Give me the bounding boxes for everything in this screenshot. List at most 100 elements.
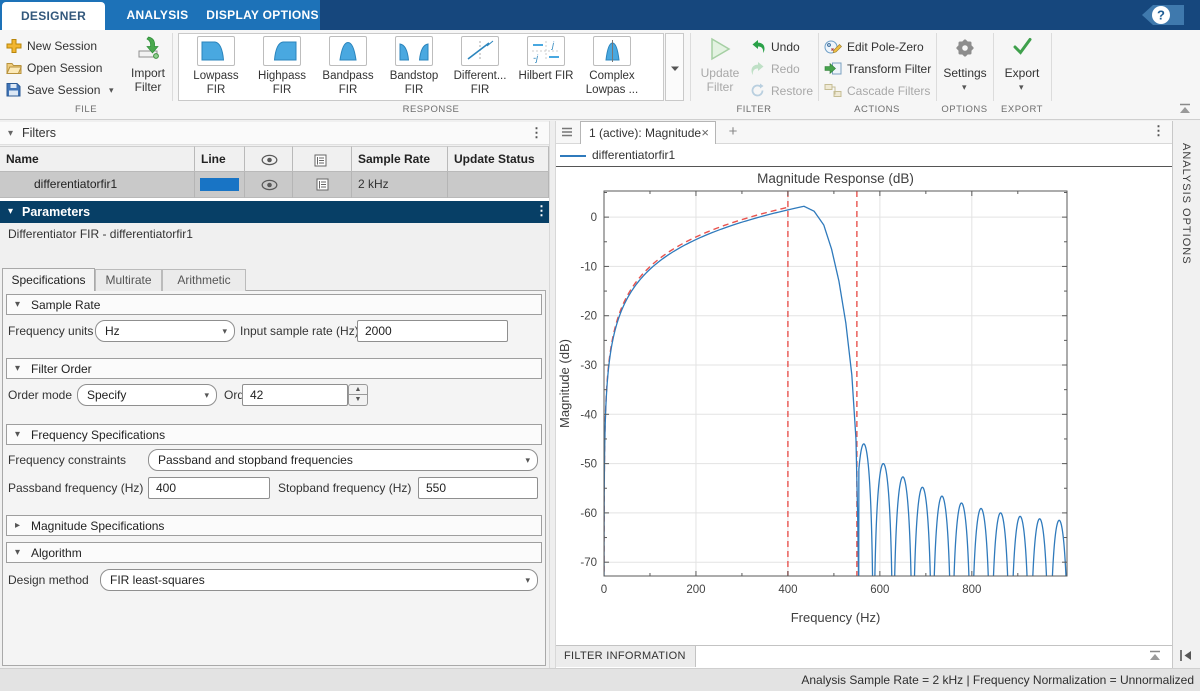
tab-specifications[interactable]: Specifications xyxy=(2,268,95,291)
input-stopband-frequency-hz-[interactable]: 550 xyxy=(418,477,538,499)
section-frequency-specifications-header[interactable]: ▾Frequency Specifications xyxy=(6,424,542,445)
chevron-down-icon: ▾ xyxy=(525,450,530,470)
complex-lowpass-fir-button[interactable]: Complex Lowpas ... xyxy=(580,35,644,99)
legend-line-sample xyxy=(560,155,586,157)
toolstrip: FILERESPONSEFILTERACTIONSOPTIONSEXPORTNe… xyxy=(0,30,1200,120)
table-header-Update Status[interactable]: Update Status xyxy=(448,146,549,172)
eye-icon xyxy=(261,154,278,166)
file-open-session-button[interactable]: Open Session xyxy=(6,58,121,78)
input-passband-frequency-hz-[interactable]: 400 xyxy=(148,477,270,499)
export-button[interactable]: Export▾ xyxy=(995,34,1049,100)
line-color-swatch[interactable] xyxy=(200,178,239,191)
restore-button[interactable]: Restore xyxy=(750,81,814,101)
input-order[interactable]: 42 xyxy=(242,384,348,406)
figure-tab-magnitude[interactable]: 1 (active): Magnitude× xyxy=(580,121,716,144)
sample-rate-value: 2 kHz xyxy=(358,172,389,197)
spinner-up-button[interactable]: ▲ xyxy=(348,384,368,395)
parameters-menu-icon[interactable]: ⋮ xyxy=(535,206,548,216)
gallery-item-label: Hilbert FIR xyxy=(514,69,578,83)
section-algorithm-header[interactable]: ▾Algorithm xyxy=(6,542,542,563)
figure-list-button[interactable] xyxy=(561,127,573,137)
update-filter-icon xyxy=(707,36,733,62)
table-header-Sample Rate[interactable]: Sample Rate xyxy=(352,146,448,172)
collapse-toolstrip-button[interactable] xyxy=(1178,103,1194,116)
table-cell: differentiatorfir1 xyxy=(0,172,195,198)
table-header-Name[interactable]: Name xyxy=(0,146,195,172)
parameters-panel-header[interactable]: ▾Parameters⋮ xyxy=(0,201,549,223)
close-tab-icon[interactable]: × xyxy=(701,122,709,144)
collapse-triangle-icon: ▾ xyxy=(15,425,20,444)
analysis-view-panel: 1 (active): Magnitude×+⋮differentiatorfi… xyxy=(556,121,1172,668)
section-sample-rate-header[interactable]: ▾Sample Rate xyxy=(6,294,542,315)
new-session-icon xyxy=(6,38,22,54)
bandstop-icon xyxy=(395,36,433,66)
select-order-mode[interactable]: Specify▾ xyxy=(77,384,217,406)
expand-filter-information-button[interactable] xyxy=(1148,650,1162,661)
update-filter-button[interactable]: Update Filter xyxy=(694,34,746,100)
toolstrip-separator xyxy=(690,33,691,101)
edit-pole-zero-button[interactable]: Edit Pole-Zero xyxy=(824,37,934,57)
analysis-options-strip[interactable]: ANALYSIS OPTIONS xyxy=(1172,121,1200,668)
section-title: Filter Order xyxy=(31,359,92,379)
file-save-session-button[interactable]: Save Session▾ xyxy=(6,80,121,100)
column-label: Name xyxy=(6,147,39,172)
table-header-report[interactable] xyxy=(293,146,352,172)
restore-icon xyxy=(750,83,765,98)
gallery-expand-button[interactable] xyxy=(665,33,684,101)
toolstrip-section-label: RESPONSE xyxy=(172,104,690,117)
tab-arithmetic[interactable]: Arithmetic xyxy=(162,269,246,291)
section-filter-order-header[interactable]: ▾Filter Order xyxy=(6,358,542,379)
bandpass-fir-button[interactable]: Bandpass FIR xyxy=(316,35,380,99)
panel-splitter[interactable] xyxy=(549,121,556,668)
help-button[interactable]: ? xyxy=(1134,3,1184,27)
filters-menu-icon[interactable]: ⋮ xyxy=(530,128,543,138)
file-new-session-button[interactable]: New Session xyxy=(6,36,121,56)
order-spinner[interactable]: ▲▼ xyxy=(348,384,368,406)
settings-button[interactable]: Settings▾ xyxy=(938,34,992,100)
gallery-item-label: Lowpass FIR xyxy=(184,69,248,97)
filter-information-tab[interactable]: FILTER INFORMATION xyxy=(556,645,696,667)
table-header-Line[interactable]: Line xyxy=(195,146,245,172)
cascade-filters-button[interactable]: Cascade Filters xyxy=(824,81,934,101)
redo-button[interactable]: Redo xyxy=(750,59,814,79)
input-value: 400 xyxy=(156,478,176,498)
lowpass-fir-button[interactable]: Lowpass FIR xyxy=(184,35,248,99)
new-figure-tab-button[interactable]: + xyxy=(718,121,748,144)
button-label: Export xyxy=(995,66,1049,80)
input-value: 2000 xyxy=(365,321,392,341)
table-row[interactable]: differentiatorfir1 2 kHz xyxy=(0,172,549,198)
table-cell: 2 kHz xyxy=(352,172,448,198)
transform-filter-button[interactable]: Transform Filter xyxy=(824,59,934,79)
figure-menu-icon[interactable]: ⋮ xyxy=(1152,126,1165,136)
gallery-dropdown-icon xyxy=(670,65,680,72)
dock-panel-button[interactable] xyxy=(1178,649,1194,662)
import-filter-button[interactable]: Import Filter xyxy=(124,34,172,102)
button-label: Update Filter xyxy=(694,66,746,94)
toolstrip-separator xyxy=(936,33,937,101)
section-magnitude-specifications-header[interactable]: ▸Magnitude Specifications xyxy=(6,515,542,536)
hilbert-fir-button[interactable]: j-jHilbert FIR xyxy=(514,35,578,99)
select-frequency-units[interactable]: Hz▾ xyxy=(95,320,235,342)
filters-panel-header[interactable]: ▾Filters⋮ xyxy=(0,122,549,145)
bandstop-fir-button[interactable]: Bandstop FIR xyxy=(382,35,446,99)
toolstrip-tab-designer[interactable]: DESIGNER xyxy=(2,2,105,30)
spinner-down-button[interactable]: ▼ xyxy=(348,395,368,406)
undo-button[interactable]: Undo xyxy=(750,37,814,57)
svg-text:-40: -40 xyxy=(580,409,597,421)
toolstrip-section-label: FILE xyxy=(0,104,172,117)
differentiator-fir-button[interactable]: Different... FIR xyxy=(448,35,512,99)
input-input-sample-rate-hz-[interactable]: 2000 xyxy=(357,320,508,342)
button-label: Undo xyxy=(771,37,800,57)
tab-multirate[interactable]: Multirate xyxy=(95,269,162,291)
select-frequency-constraints[interactable]: Passband and stopband frequencies▾ xyxy=(148,449,538,471)
table-header-eye[interactable] xyxy=(245,146,293,172)
status-text: Analysis Sample Rate = 2 kHz | Frequency… xyxy=(801,669,1194,691)
cascade-filters-icon xyxy=(824,83,842,98)
toolstrip-tab-display-options[interactable]: DISPLAY OPTIONS xyxy=(205,0,320,30)
collapse-triangle-icon: ▾ xyxy=(15,295,20,314)
toolstrip-section-label: FILTER xyxy=(690,104,818,117)
gallery-item-label: Bandpass FIR xyxy=(316,69,380,97)
select-design-method[interactable]: FIR least-squares▾ xyxy=(100,569,538,591)
highpass-fir-button[interactable]: Highpass FIR xyxy=(250,35,314,99)
toolstrip-tab-analysis[interactable]: ANALYSIS xyxy=(110,0,205,30)
